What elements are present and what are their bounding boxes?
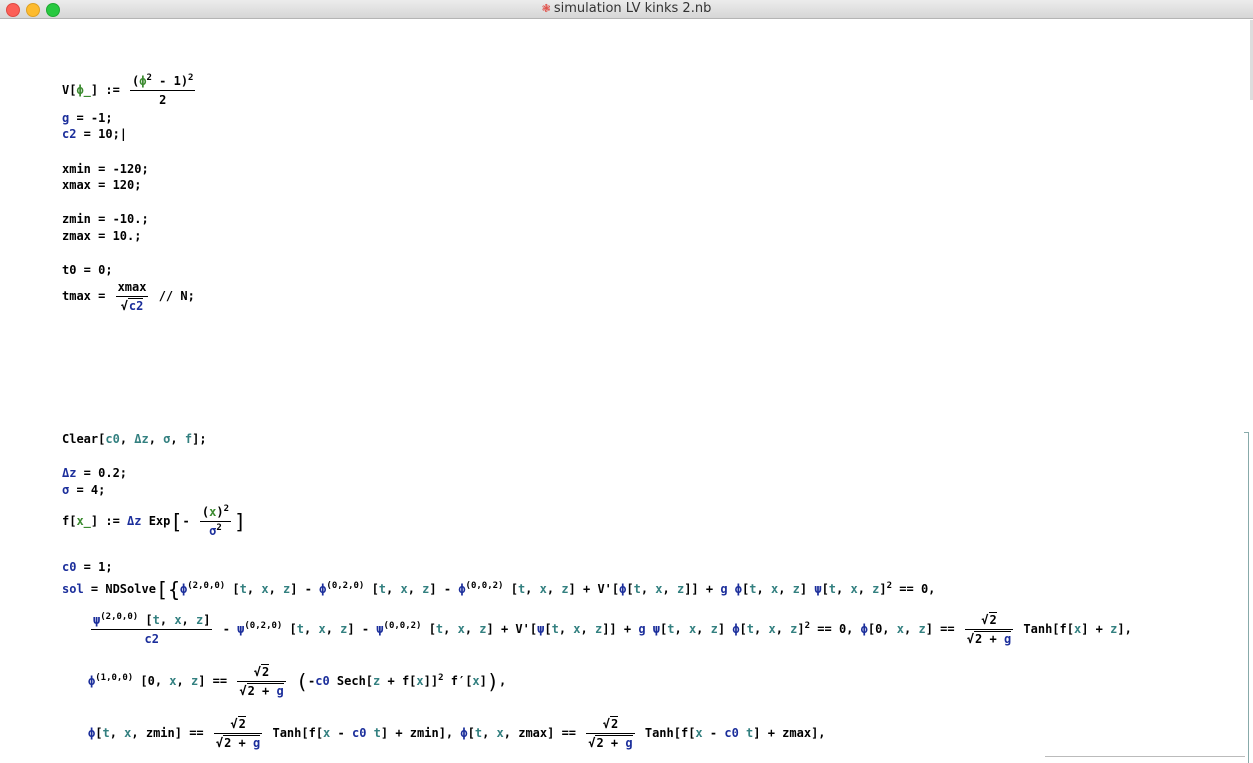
window-title: ❃ simulation LV kinks 2.nb: [0, 1, 1253, 16]
notebook-area[interactable]: [0, 19, 1253, 759]
notebook-icon: ❃: [541, 2, 551, 15]
title-bar: ❃ simulation LV kinks 2.nb: [0, 0, 1253, 19]
line-t0[interactable]: t0 = 0;: [62, 263, 113, 277]
line-ndsolve-2[interactable]: ψ(2,0,0) [t, x, z] c2 - ψ(0,2,0) [t, x, z…: [88, 612, 1132, 646]
line-sigma[interactable]: σ = 4;: [62, 483, 105, 497]
line-f[interactable]: f[x_] := Δz Exp[- (x)2 σ2]: [62, 505, 246, 539]
line-dz[interactable]: Δz = 0.2;: [62, 466, 127, 480]
line-ndsolve-3[interactable]: ϕ(1,0,0) [0, x, z] == √2 √2 + g (-c0 Sech…: [88, 664, 506, 698]
line-zmax[interactable]: zmax = 10.;: [62, 229, 141, 243]
line-potential[interactable]: V[ϕ_] := (ϕ2 - 1)2 2: [62, 74, 198, 107]
horizontal-divider: [1045, 756, 1245, 757]
line-ndsolve-4[interactable]: ϕ[t, x, zmin] == √2 √2 + g Tanh[f[x - c0 …: [88, 716, 826, 750]
line-zmin[interactable]: zmin = -10.;: [62, 212, 149, 226]
window-title-text: simulation LV kinks 2.nb: [553, 1, 712, 16]
line-tmax[interactable]: tmax = xmax √c2 // N;: [62, 280, 195, 313]
line-xmin[interactable]: xmin = -120;: [62, 162, 149, 176]
line-clear[interactable]: Clear[c0, Δz, σ, f];: [62, 432, 207, 446]
line-c2[interactable]: c2 = 10;|: [62, 127, 127, 141]
line-g[interactable]: g = -1;: [62, 111, 113, 125]
line-xmax[interactable]: xmax = 120;: [62, 178, 141, 192]
line-ndsolve-1[interactable]: sol = NDSolve[{ϕ(2,0,0) [t, x, z] - ϕ(0,…: [62, 580, 935, 600]
line-c0[interactable]: c0 = 1;: [62, 560, 113, 574]
cell-bracket[interactable]: [1244, 432, 1249, 763]
